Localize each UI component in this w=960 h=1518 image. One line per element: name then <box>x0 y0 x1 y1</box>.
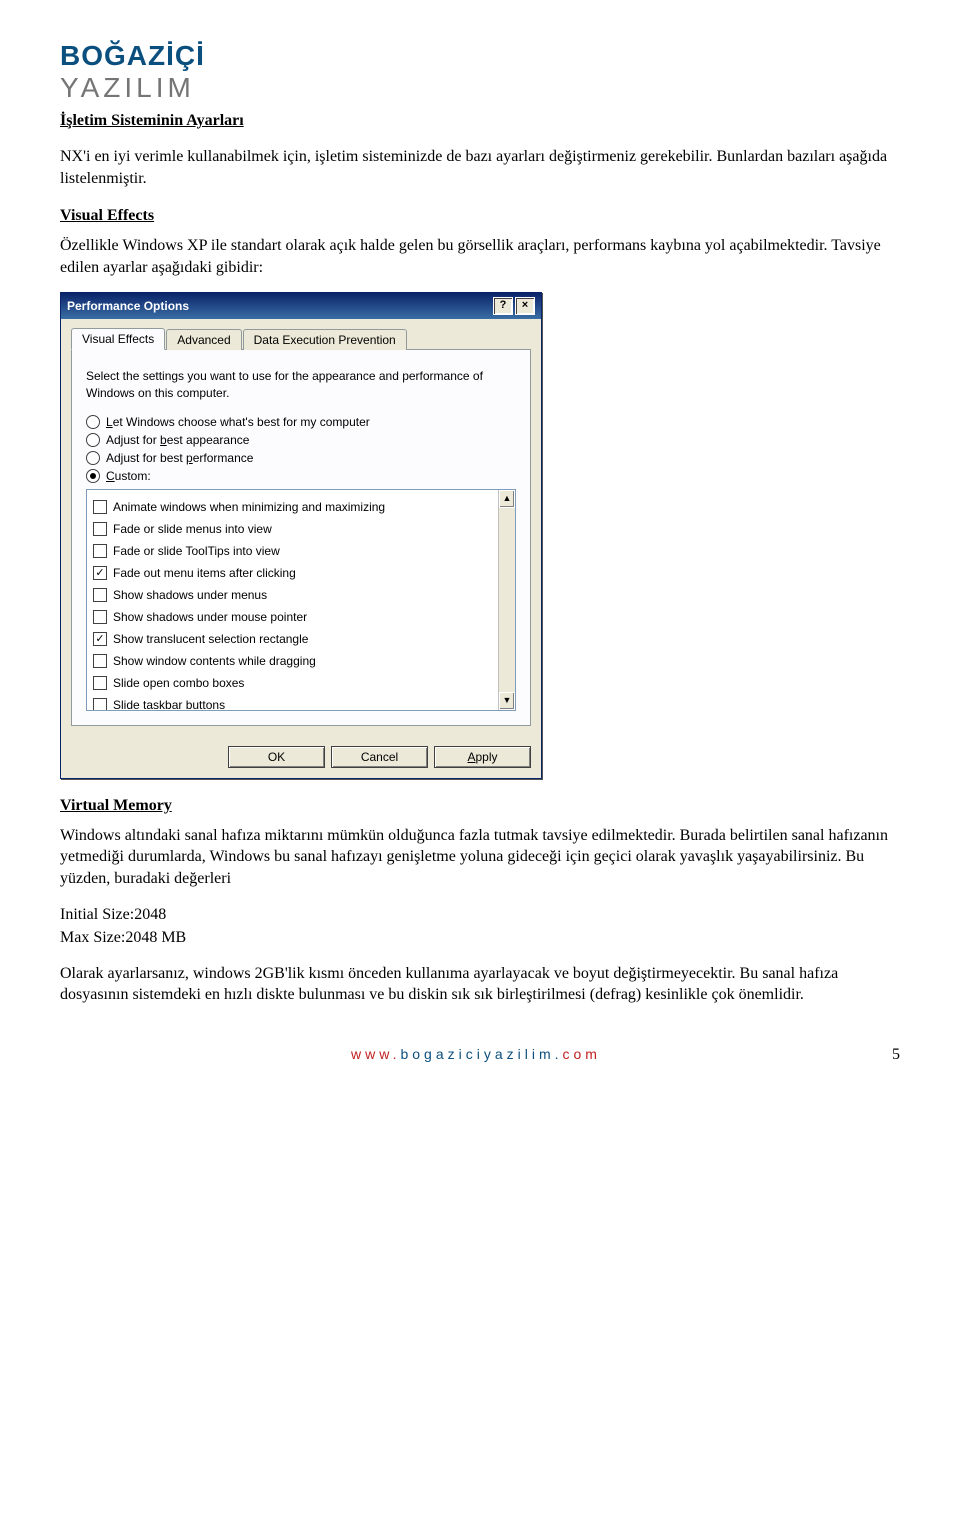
checkbox-icon <box>93 698 107 710</box>
radio-label: Custom: <box>106 469 151 483</box>
max-size: Max Size:2048 MB <box>60 927 900 949</box>
item-label: Fade or slide ToolTips into view <box>113 544 280 558</box>
heading-visual-effects: Visual Effects <box>60 207 900 225</box>
apply-button[interactable]: Apply <box>434 746 531 768</box>
para-isletim: NX'i en iyi verimle kullanabilmek için, … <box>60 146 900 189</box>
checkbox-icon <box>93 632 107 646</box>
list-item[interactable]: Show shadows under menus <box>89 586 496 604</box>
help-button[interactable]: ? <box>493 297 513 315</box>
radio-icon <box>86 469 100 483</box>
checkbox-icon <box>93 544 107 558</box>
radio-icon <box>86 451 100 465</box>
footer-tld: com <box>563 1046 601 1062</box>
list-inner: Animate windows when minimizing and maxi… <box>87 490 498 710</box>
list-item[interactable]: Show translucent selection rectangle <box>89 630 496 648</box>
para-vm-1: Windows altındaki sanal hafıza miktarını… <box>60 825 900 890</box>
list-item[interactable]: Show shadows under mouse pointer <box>89 608 496 626</box>
radio-best-performance[interactable]: Adjust for best performance <box>86 451 516 465</box>
close-button[interactable]: × <box>515 297 535 315</box>
item-label: Show window contents while dragging <box>113 654 316 668</box>
initial-size: Initial Size:2048 <box>60 904 900 926</box>
radio-label: Let Windows choose what's best for my co… <box>106 415 370 429</box>
effects-listbox[interactable]: Animate windows when minimizing and maxi… <box>86 489 516 711</box>
dialog-description: Select the settings you want to use for … <box>86 368 516 400</box>
performance-options-dialog: Performance Options ? × Visual Effects A… <box>60 292 542 778</box>
item-label: Fade or slide menus into view <box>113 522 272 536</box>
logo-line2: YAZILIM <box>60 72 900 104</box>
cancel-button[interactable]: Cancel <box>331 746 428 768</box>
page-number: 5 <box>892 1046 900 1064</box>
checkbox-icon <box>93 500 107 514</box>
scroll-down-icon[interactable]: ▼ <box>499 692 515 710</box>
dialog-title: Performance Options <box>67 299 189 313</box>
tab-panel: Select the settings you want to use for … <box>71 350 531 725</box>
item-label: Animate windows when minimizing and maxi… <box>113 500 385 514</box>
list-item[interactable]: Show window contents while dragging <box>89 652 496 670</box>
scroll-up-icon[interactable]: ▲ <box>499 490 515 508</box>
checkbox-icon <box>93 610 107 624</box>
checkbox-icon <box>93 654 107 668</box>
tab-visual-effects[interactable]: Visual Effects <box>71 328 165 350</box>
logo-line1: BOĞAZİÇİ <box>60 40 900 72</box>
tabs: Visual Effects Advanced Data Execution P… <box>71 327 531 350</box>
footer-www: www. <box>351 1046 400 1062</box>
list-item[interactable]: Slide open combo boxes <box>89 674 496 692</box>
para-visual-effects: Özellikle Windows XP ile standart olarak… <box>60 235 900 278</box>
item-label: Slide open combo boxes <box>113 676 244 690</box>
footer-domain: bogaziciyazilim. <box>400 1046 562 1062</box>
radio-best-appearance[interactable]: Adjust for best appearance <box>86 433 516 447</box>
list-item[interactable]: Fade or slide ToolTips into view <box>89 542 496 560</box>
radio-label: Adjust for best performance <box>106 451 253 465</box>
list-item[interactable]: Slide taskbar buttons <box>89 696 496 710</box>
title-bar[interactable]: Performance Options ? × <box>61 293 541 319</box>
checkbox-icon <box>93 588 107 602</box>
checkbox-icon <box>93 522 107 536</box>
radio-let-windows[interactable]: Let Windows choose what's best for my co… <box>86 415 516 429</box>
tab-advanced[interactable]: Advanced <box>166 329 241 350</box>
radio-label: Adjust for best appearance <box>106 433 249 447</box>
list-item[interactable]: Fade out menu items after clicking <box>89 564 496 582</box>
list-item[interactable]: Fade or slide menus into view <box>89 520 496 538</box>
ok-button[interactable]: OK <box>228 746 325 768</box>
item-label: Show shadows under menus <box>113 588 267 602</box>
checkbox-icon <box>93 676 107 690</box>
list-item[interactable]: Animate windows when minimizing and maxi… <box>89 498 496 516</box>
item-label: Slide taskbar buttons <box>113 698 225 710</box>
radio-custom[interactable]: Custom: <box>86 469 516 483</box>
heading-virtual-memory: Virtual Memory <box>60 797 900 815</box>
item-label: Show translucent selection rectangle <box>113 632 308 646</box>
tab-dep[interactable]: Data Execution Prevention <box>243 329 407 350</box>
para-vm-2: Olarak ayarlarsanız, windows 2GB'lik kıs… <box>60 963 900 1006</box>
item-label: Fade out menu items after clicking <box>113 566 296 580</box>
logo: BOĞAZİÇİ YAZILIM <box>60 40 900 104</box>
button-bar: OK Cancel Apply <box>61 736 541 778</box>
footer: www.bogaziciyazilim.com 5 <box>60 1046 900 1062</box>
radio-icon <box>86 415 100 429</box>
heading-isletim: İşletim Sisteminin Ayarları <box>60 112 900 130</box>
scrollbar[interactable]: ▲ ▼ <box>498 490 515 710</box>
checkbox-icon <box>93 566 107 580</box>
radio-icon <box>86 433 100 447</box>
item-label: Show shadows under mouse pointer <box>113 610 307 624</box>
